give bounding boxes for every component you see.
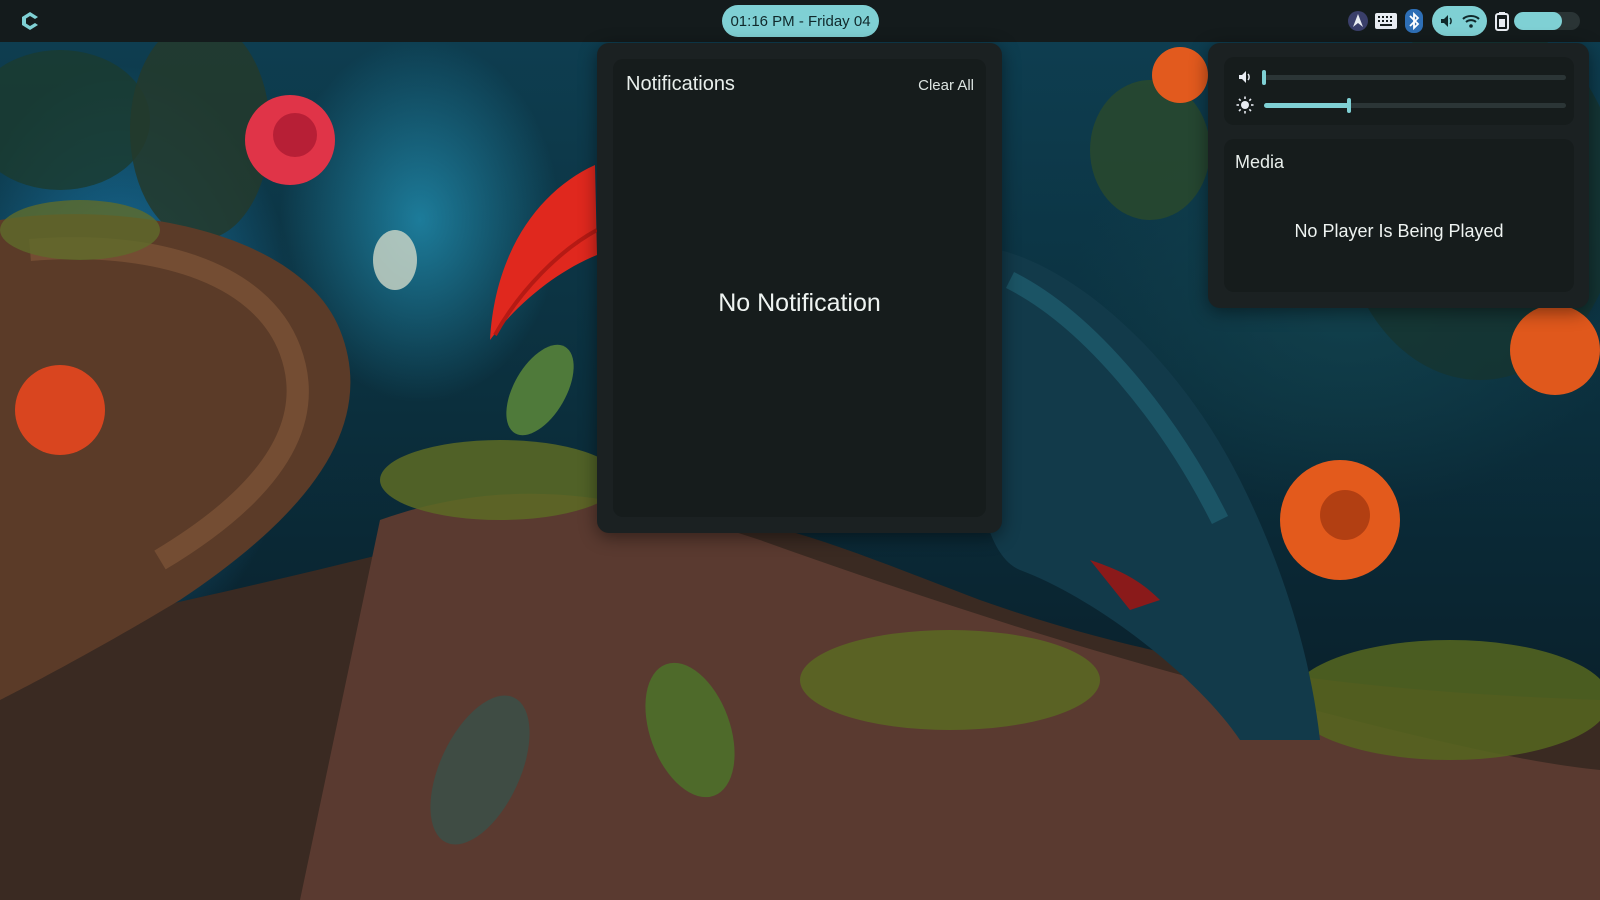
notification-center: Notifications Clear All No Notification: [597, 43, 1002, 533]
volume-slider[interactable]: [1262, 70, 1566, 85]
volume-slider-row: [1236, 67, 1566, 87]
keyboard-tray-button[interactable]: [1374, 9, 1398, 33]
volume-icon: [1441, 15, 1452, 27]
clear-all-button[interactable]: Clear All: [918, 77, 974, 94]
battery-level-fill: [1514, 12, 1562, 30]
clock-date-button[interactable]: 01:16 PM - Friday 04: [722, 5, 879, 37]
no-player-text: No Player Is Being Played: [1294, 221, 1504, 241]
sun-icon: [1236, 96, 1254, 114]
network-audio-pill[interactable]: [1432, 6, 1487, 36]
quick-settings-panel: Media No Player Is Being Played: [1208, 43, 1589, 308]
empty-notifications-text: No Notification: [718, 289, 881, 317]
notification-list: Notifications Clear All No Notification: [613, 59, 986, 517]
vpn-icon: [1348, 11, 1368, 31]
brightness-slider-row: [1236, 95, 1566, 115]
app-launcher-button[interactable]: [16, 8, 44, 34]
battery-level-bar: [1514, 12, 1580, 30]
app-launcher-icon: [22, 12, 38, 30]
brightness-slider-handle[interactable]: [1346, 98, 1351, 113]
brightness-slider-fill: [1264, 103, 1349, 108]
clock-text: 01:16 PM - Friday 04: [730, 12, 871, 30]
keyboard-icon: [1375, 13, 1397, 29]
media-widget: Media No Player Is Being Played: [1224, 139, 1574, 292]
speaker-icon: [1239, 71, 1250, 83]
wifi-icon: [1462, 15, 1480, 28]
volume-slider-icon: [1236, 68, 1254, 86]
volume-slider-handle[interactable]: [1262, 70, 1266, 85]
brightness-slider-icon: [1236, 96, 1254, 114]
vpn-tray-button[interactable]: [1346, 9, 1370, 33]
bluetooth-icon: [1405, 9, 1423, 33]
battery-icon: [1495, 12, 1509, 31]
bluetooth-tray-button[interactable]: [1402, 9, 1426, 33]
media-title: Media: [1235, 152, 1285, 172]
top-bar: 01:16 PM - Friday 04: [0, 0, 1600, 42]
sliders-box: [1224, 57, 1574, 125]
brightness-slider[interactable]: [1264, 98, 1566, 113]
notifications-title: Notifications: [626, 73, 735, 95]
system-tray: [1346, 9, 1426, 33]
